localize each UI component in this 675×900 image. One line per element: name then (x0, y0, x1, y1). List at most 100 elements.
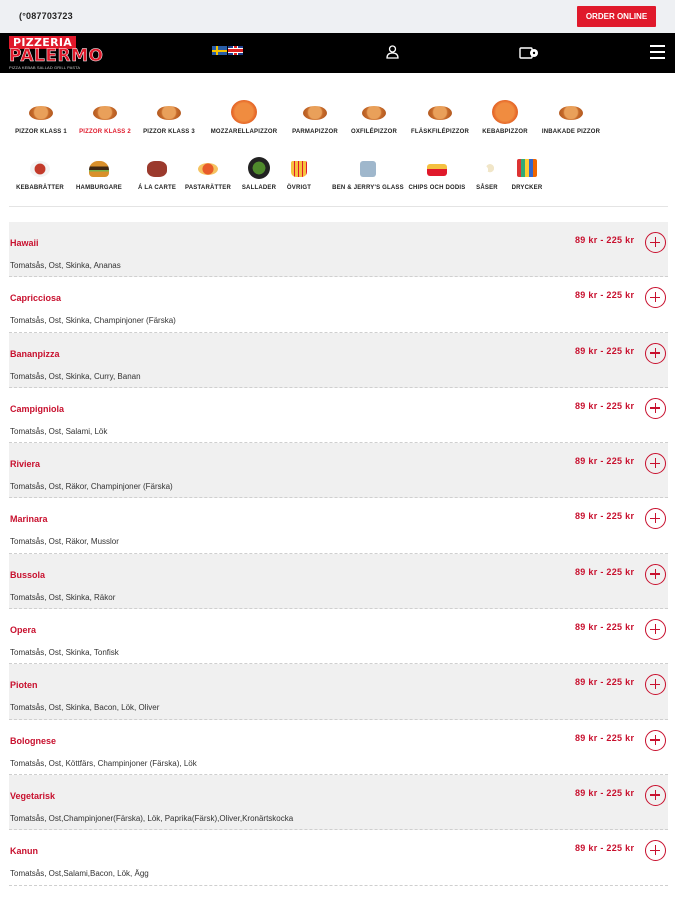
add-to-cart-button[interactable] (645, 342, 666, 364)
item-name[interactable]: Bussola (10, 570, 45, 580)
category-label: ÖVRIGT (286, 185, 312, 191)
kebab-icon (26, 156, 54, 180)
icecream-icon (354, 156, 382, 180)
add-to-cart-button[interactable] (645, 397, 666, 419)
item-price: 89 kr - 225 kr (575, 622, 635, 633)
menu-item-row: Pioten Tomatsås, Ost, Skinka, Bacon, Lök,… (9, 664, 668, 720)
burger-icon (85, 156, 113, 180)
phone-number[interactable]: (°087703723 (19, 11, 73, 21)
item-name[interactable]: Hawaii (10, 238, 39, 248)
pizza-icon (301, 100, 329, 124)
item-price: 89 kr - 225 kr (575, 456, 635, 467)
category-label: DRYCKER (511, 185, 543, 191)
add-to-cart-button[interactable] (645, 563, 666, 585)
menu-item-row: Vegetarisk Tomatsås, Ost,Champinjoner(Fär… (9, 774, 668, 831)
item-price: 89 kr - 225 kr (575, 290, 635, 301)
item-name[interactable]: Pioten (10, 680, 38, 690)
pizza-icon (27, 100, 55, 124)
item-name[interactable]: Bananpizza (10, 349, 60, 359)
main-navbar: PIZZERIA PALERMO PIZZA KEBAB SALLAD GRIL… (0, 33, 675, 73)
item-name[interactable]: Campigniola (10, 404, 64, 414)
hamburger-menu-icon[interactable] (650, 45, 666, 59)
add-to-cart-button[interactable] (645, 453, 666, 475)
menu-item-row: Kanun Tomatsås, Ost,Salami,Bacon, Lök, Äg… (9, 830, 668, 886)
menu-item-row: Opera Tomatsås, Ost, Skinka, Tonfisk 89 kr… (9, 609, 668, 665)
pizza-big-icon (230, 100, 258, 124)
item-description: Tomatsås, Ost, Skinka, Curry, Banan (10, 371, 141, 381)
item-price: 89 kr - 225 kr (575, 400, 635, 411)
item-name[interactable]: Riviera (10, 459, 40, 469)
pasta-icon (194, 156, 222, 180)
item-name[interactable]: Capricciosa (10, 293, 61, 303)
item-description: Tomatsås, Ost, Skinka, Champinjoner (Fär… (10, 316, 176, 326)
menu-item-row: Bussola Tomatsås, Ost, Skinka, Räkor 89 kr… (9, 553, 668, 610)
add-to-cart-button[interactable] (645, 619, 666, 641)
item-description: Tomatsås, Ost,Champinjoner(Färska), Lök,… (10, 813, 294, 823)
add-to-cart-button[interactable] (645, 287, 666, 309)
item-name[interactable]: Kanun (10, 846, 38, 856)
logo-line2: PALERMO (9, 46, 104, 66)
language-switcher (212, 46, 243, 55)
uk-flag-icon[interactable] (228, 46, 243, 55)
add-to-cart-button[interactable] (645, 784, 666, 806)
add-to-cart-button[interactable] (645, 674, 666, 696)
menu-item-list: Hawaii Tomatsås, Ost, Skinka, Ananas 89 kr… (9, 222, 668, 886)
item-price: 89 kr - 225 kr (575, 345, 635, 356)
logo[interactable]: PIZZERIA PALERMO PIZZA KEBAB SALLAD GRIL… (9, 36, 104, 70)
item-description: Tomatsås, Ost,Salami,Bacon, Lök, Ägg (10, 869, 149, 879)
item-description: Tomatsås, Ost, Salami, Lök (10, 426, 108, 436)
pizza-icon (360, 100, 388, 124)
add-to-cart-button[interactable] (645, 840, 666, 862)
category-item[interactable]: INBAKADE PIZZOR (531, 100, 611, 135)
pizza-icon (91, 100, 119, 124)
menu-item-row: Bolognese Tomatsås, Ost, Köttfärs, Champi… (9, 720, 668, 775)
menu-item-row: Riviera Tomatsås, Ost, Räkor, Champinjone… (9, 443, 668, 499)
category-item[interactable]: DRYCKER (487, 156, 567, 191)
swedish-flag-icon[interactable] (212, 46, 227, 55)
top-bar: (°087703723 ORDER ONLINE (0, 0, 675, 33)
user-icon[interactable] (386, 45, 399, 59)
menu-item-row: Marinara Tomatsås, Ost, Räkor, Musslor 89 … (9, 498, 668, 554)
logo-tagline: PIZZA KEBAB SALLAD GRILL PASTA (9, 65, 81, 70)
meat-icon (143, 156, 171, 180)
item-description: Tomatsås, Ost, Köttfärs, Champinjoner (F… (10, 758, 197, 768)
item-price: 89 kr - 225 kr (575, 843, 635, 854)
add-to-cart-button[interactable] (645, 232, 666, 253)
category-label: PIZZOR KLASS 3 (143, 129, 195, 135)
item-price: 89 kr - 225 kr (575, 511, 635, 522)
menu-item-row: Hawaii Tomatsås, Ost, Skinka, Ananas 89 kr… (9, 222, 668, 278)
add-to-cart-button[interactable] (645, 508, 666, 530)
category-item[interactable]: PIZZOR KLASS 3 (129, 100, 209, 135)
divider (9, 206, 668, 207)
menu-item-row: Campigniola Tomatsås, Ost, Salami, Lök 89 … (9, 388, 668, 444)
item-name[interactable]: Opera (10, 625, 36, 635)
item-description: Tomatsås, Ost, Skinka, Ananas (10, 261, 121, 270)
item-price: 89 kr - 225 kr (575, 566, 635, 577)
category-item[interactable]: ÖVRIGT (259, 156, 339, 191)
item-description: Tomatsås, Ost, Räkor, Musslor (10, 537, 119, 547)
item-description: Tomatsås, Ost, Skinka, Tonfisk (10, 648, 119, 658)
category-label: INBAKADE PIZZOR (541, 129, 601, 135)
category-label: BEN & JERRY'S GLASS (332, 185, 404, 191)
fries-icon (285, 156, 313, 180)
item-name[interactable]: Bolognese (10, 736, 56, 746)
category-item[interactable]: MOZZARELLAPIZZOR (204, 100, 284, 135)
menu-item-row: Capricciosa Tomatsås, Ost, Skinka, Champi… (9, 277, 668, 333)
menu-item-row: Bananpizza Tomatsås, Ost, Skinka, Curry, … (9, 332, 668, 388)
cart-icon[interactable] (519, 46, 539, 60)
item-price: 89 kr - 225 kr (575, 235, 635, 245)
item-name[interactable]: Marinara (10, 514, 48, 524)
category-item[interactable]: BEN & JERRY'S GLASS (328, 156, 408, 191)
item-price: 89 kr - 225 kr (575, 787, 635, 798)
order-online-button[interactable]: ORDER ONLINE (577, 6, 656, 27)
item-price: 89 kr - 225 kr (575, 677, 635, 688)
item-name[interactable]: Vegetarisk (10, 791, 55, 801)
pizza-icon (426, 100, 454, 124)
pizza-big-icon (491, 100, 519, 124)
pizza-icon (557, 100, 585, 124)
add-to-cart-button[interactable] (645, 729, 666, 751)
item-price: 89 kr - 225 kr (575, 732, 635, 743)
pizza-icon (155, 100, 183, 124)
category-label: MOZZARELLAPIZZOR (210, 129, 278, 135)
item-description: Tomatsås, Ost, Skinka, Räkor (10, 592, 116, 602)
